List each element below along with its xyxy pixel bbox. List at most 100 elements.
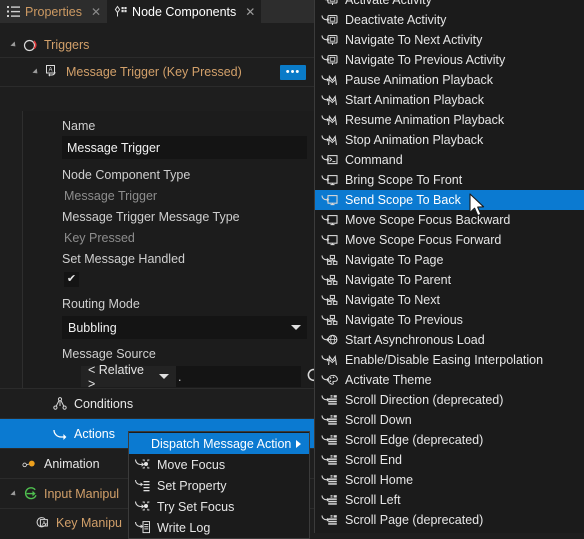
action-list-item-label: Scroll Down (345, 413, 412, 427)
action-list-item-label: Scroll Left (345, 493, 401, 507)
name-input[interactable] (62, 136, 307, 159)
actions-context-menu: Dispatch Message Action Move Focus Set P… (128, 431, 310, 539)
action-list-item[interactable]: Scroll Left (315, 490, 584, 510)
action-list-item[interactable]: Scroll End (315, 450, 584, 470)
message-type-label: Message Trigger Message Type (62, 210, 240, 224)
close-icon[interactable]: ✕ (245, 6, 255, 18)
tree-label-triggers: Triggers (44, 38, 90, 52)
action-list-item[interactable]: Scroll Direction (deprecated) (315, 390, 584, 410)
message-type-value: Key Pressed (64, 231, 135, 245)
animation-icon (321, 352, 339, 368)
action-list-item[interactable]: Scroll Home (315, 470, 584, 490)
action-list-item[interactable]: Scroll Down (315, 410, 584, 430)
command-icon (321, 152, 339, 168)
reset-icon[interactable] (304, 366, 314, 384)
set-message-handled-label: Set Message Handled (62, 252, 185, 266)
action-list-item[interactable]: Move Scope Focus Backward (315, 210, 584, 230)
menu-item-dispatch-message-action[interactable]: Dispatch Message Action (129, 433, 309, 454)
list-icon (7, 5, 20, 18)
action-list-item[interactable]: Navigate To Previous (315, 310, 584, 330)
tab-bar: Properties ✕ Node Components ✕ (0, 0, 314, 23)
tree-row-conditions[interactable]: Conditions (0, 389, 314, 418)
scroll-icon (321, 452, 339, 468)
action-list-item-label: Activate Theme (345, 373, 432, 387)
action-list-item[interactable]: Resume Animation Playback (315, 110, 584, 130)
tree-row-triggers[interactable]: Triggers (0, 33, 314, 57)
action-list-item[interactable]: Activate Theme (315, 370, 584, 390)
close-icon[interactable]: ✕ (91, 6, 101, 18)
action-list-item-label: Enable/Disable Easing Interpolation (345, 353, 544, 367)
action-list-item[interactable]: Stop Animation Playback (315, 130, 584, 150)
routing-mode-dropdown[interactable]: Bubbling (62, 316, 307, 339)
action-list-item[interactable]: Send Scope To Back (315, 190, 584, 210)
menu-item-move-focus[interactable]: Move Focus (129, 454, 309, 475)
node-component-type-label: Node Component Type (62, 168, 191, 182)
action-list-item-label: Resume Animation Playback (345, 113, 505, 127)
action-list-item-label: Navigate To Previous (345, 313, 463, 327)
action-list-item[interactable]: Scroll Edge (deprecated) (315, 430, 584, 450)
action-list-item-label: Send Scope To Back (345, 193, 461, 207)
action-list: Activate Activity Deactivate Activity Navi… (315, 0, 584, 530)
tab-node-components-label: Node Components (132, 4, 237, 19)
scroll-icon (321, 392, 339, 408)
dispatch-message-action-submenu: Activate Activity Deactivate Activity Navi… (314, 0, 584, 533)
conditions-icon (52, 396, 68, 412)
svg-text:A: A (42, 520, 46, 526)
action-list-item-label: Navigate To Page (345, 253, 444, 267)
expand-twisty-icon[interactable] (10, 41, 18, 49)
action-list-item[interactable]: Start Asynchronous Load (315, 330, 584, 350)
tab-node-components[interactable]: Node Components ✕ (107, 0, 262, 23)
animation-icon (321, 112, 339, 128)
application-window: Properties ✕ Node Components ✕ Triggers … (0, 0, 584, 539)
tree-row-message-trigger[interactable]: A Message Trigger (Key Pressed) (0, 58, 314, 86)
menu-item-set-property[interactable]: Set Property (129, 475, 309, 496)
trigger-icon (22, 37, 38, 53)
action-list-item-label: Scroll Direction (deprecated) (345, 393, 504, 407)
scroll-icon (321, 412, 339, 428)
action-list-item[interactable]: Navigate To Previous Activity (315, 50, 584, 70)
name-label: Name (62, 119, 96, 133)
animation-icon (22, 456, 38, 472)
activity-icon (321, 12, 339, 28)
theme-icon (321, 372, 339, 388)
animation-icon (321, 92, 339, 108)
move-focus-icon (133, 457, 151, 473)
actions-icon (52, 426, 68, 442)
set-message-handled-checkbox[interactable]: ✔ (64, 272, 79, 287)
svg-text:A: A (48, 67, 52, 73)
action-list-item[interactable]: Navigate To Page (315, 250, 584, 270)
action-list-item[interactable]: Scroll Page (deprecated) (315, 510, 584, 530)
action-list-item-label: Move Scope Focus Forward (345, 233, 502, 247)
menu-item-try-set-focus[interactable]: Try Set Focus (129, 496, 309, 517)
set-property-icon (133, 478, 151, 494)
action-list-item[interactable]: Navigate To Parent (315, 270, 584, 290)
action-list-item-label: Navigate To Next Activity (345, 33, 483, 47)
tab-properties[interactable]: Properties ✕ (0, 0, 108, 23)
expand-twisty-icon[interactable] (32, 68, 40, 76)
action-list-item[interactable]: Navigate To Next Activity (315, 30, 584, 50)
action-list-item[interactable]: Move Scope Focus Forward (315, 230, 584, 250)
action-list-item[interactable]: Enable/Disable Easing Interpolation (315, 350, 584, 370)
menu-item-write-log[interactable]: Write Log (129, 517, 309, 538)
message-source-label: Message Source (62, 347, 156, 361)
menu-item-label: Move Focus (157, 457, 226, 472)
expand-twisty-icon[interactable] (10, 489, 18, 498)
action-list-item[interactable]: Bring Scope To Front (315, 170, 584, 190)
message-trigger-icon: A (44, 64, 60, 80)
action-list-item[interactable]: Start Animation Playback (315, 90, 584, 110)
action-list-item[interactable]: Deactivate Activity (315, 10, 584, 30)
action-list-item[interactable]: Pause Animation Playback (315, 70, 584, 90)
navigate-icon (321, 292, 339, 308)
message-trigger-menu-button[interactable]: ••• (280, 65, 306, 80)
action-list-item-label: Navigate To Next (345, 293, 440, 307)
action-list-item-label: Scroll Page (deprecated) (345, 513, 484, 527)
menu-item-label: Write Log (157, 520, 211, 535)
divider (0, 86, 314, 87)
animation-icon (321, 132, 339, 148)
try-set-focus-icon (133, 499, 151, 515)
action-list-item[interactable]: Activate Activity (315, 0, 584, 10)
message-source-scope-dropdown[interactable]: < Relative > (81, 363, 176, 391)
action-list-item[interactable]: Navigate To Next (315, 290, 584, 310)
action-list-item[interactable]: Command (315, 150, 584, 170)
tree-label-key-manipulator: Key Manipu (56, 515, 123, 530)
